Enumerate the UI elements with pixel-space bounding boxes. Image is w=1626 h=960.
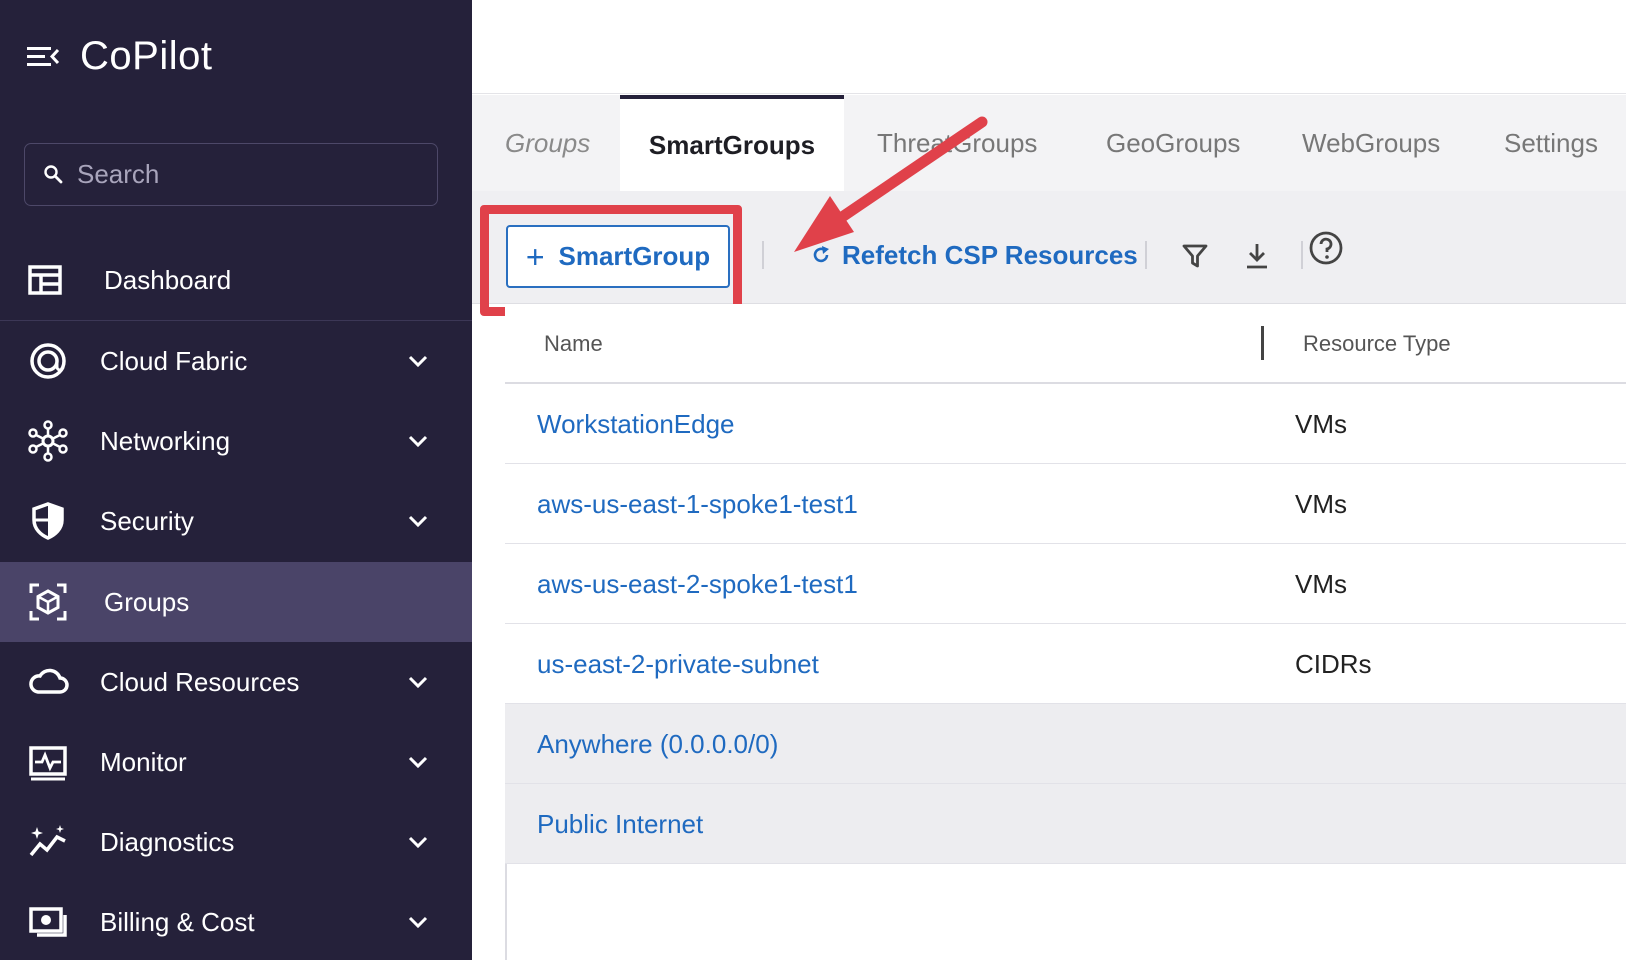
sidebar-item-label: Monitor <box>100 746 187 777</box>
groups-icon <box>29 583 67 621</box>
sidebar-item-diagnostics[interactable]: Diagnostics <box>0 802 472 882</box>
table-header: Name Resource Type <box>505 304 1626 384</box>
chevron-down-icon[interactable] <box>404 507 432 535</box>
sidebar: CoPilot Dashboard Cloud Fabric <box>0 0 472 960</box>
shield-icon <box>32 502 64 540</box>
billing-icon <box>29 907 67 937</box>
monitor-icon <box>29 746 67 781</box>
smartgroups-table: Name Resource Type WorkstationEdge VMs a… <box>505 304 1626 864</box>
row-name-link[interactable]: Public Internet <box>537 784 703 864</box>
main-content: Groups SmartGroups ThreatGroups GeoGroup… <box>472 0 1626 960</box>
top-bar <box>472 0 1626 94</box>
plus-icon: + <box>525 238 545 275</box>
diagnostics-icon <box>29 825 66 857</box>
table-row[interactable]: WorkstationEdge VMs <box>505 384 1626 464</box>
chevron-down-icon[interactable] <box>404 748 432 776</box>
column-header-resource-type[interactable]: Resource Type <box>1303 304 1451 384</box>
sidebar-item-monitor[interactable]: Monitor <box>0 722 472 802</box>
add-smartgroup-label: SmartGroup <box>558 241 711 271</box>
row-name-link[interactable]: WorkstationEdge <box>537 384 735 464</box>
search-input[interactable] <box>77 159 417 190</box>
tab-groups[interactable]: Groups <box>505 95 590 191</box>
sidebar-item-label: Cloud Fabric <box>100 345 248 376</box>
sidebar-item-networking[interactable]: Networking <box>0 401 472 481</box>
row-name-link[interactable]: Anywhere (0.0.0.0/0) <box>537 704 778 784</box>
sidebar-header: CoPilot <box>26 28 212 84</box>
networking-icon <box>28 420 68 462</box>
cloud-icon <box>29 668 69 694</box>
toolbar-divider <box>1301 241 1303 269</box>
tab-geogroups[interactable]: GeoGroups <box>1106 95 1240 191</box>
help-icon[interactable] <box>1308 230 1344 266</box>
table-row[interactable]: Public Internet <box>505 784 1626 864</box>
download-icon[interactable] <box>1242 241 1272 271</box>
toolbar: + SmartGroup Refetch CSP Resources <box>472 191 1626 316</box>
tab-webgroups[interactable]: WebGroups <box>1302 95 1440 191</box>
filter-icon[interactable] <box>1180 241 1210 271</box>
dashboard-icon <box>28 265 62 295</box>
row-name-link[interactable]: aws-us-east-1-spoke1-test1 <box>537 464 858 544</box>
chevron-down-icon[interactable] <box>404 668 432 696</box>
sidebar-item-billing-cost[interactable]: Billing & Cost <box>0 882 472 960</box>
row-resource-type: VMs <box>1295 488 1347 519</box>
sidebar-item-security[interactable]: Security <box>0 481 472 561</box>
row-name-link[interactable]: aws-us-east-2-spoke1-test1 <box>537 544 858 624</box>
sidebar-item-label: Security <box>100 505 194 536</box>
sidebar-item-label: Groups <box>104 586 190 617</box>
add-smartgroup-button[interactable]: + SmartGroup <box>506 225 730 288</box>
cloud-fabric-icon <box>30 343 66 379</box>
sidebar-item-label: Diagnostics <box>100 826 235 857</box>
row-resource-type: VMs <box>1295 568 1347 599</box>
chevron-down-icon[interactable] <box>404 347 432 375</box>
sidebar-item-label: Cloud Resources <box>100 666 300 697</box>
sidebar-item-dashboard[interactable]: Dashboard <box>0 240 472 320</box>
tab-threatgroups[interactable]: ThreatGroups <box>877 95 1037 191</box>
tab-smartgroups[interactable]: SmartGroups <box>620 95 844 191</box>
sidebar-item-label: Billing & Cost <box>100 906 255 937</box>
refetch-csp-resources-button[interactable]: Refetch CSP Resources <box>810 235 1138 275</box>
sidebar-item-label: Dashboard <box>104 264 232 295</box>
refetch-label: Refetch CSP Resources <box>842 239 1138 270</box>
toolbar-divider <box>762 241 764 269</box>
chevron-down-icon[interactable] <box>404 828 432 856</box>
row-resource-type: VMs <box>1295 408 1347 439</box>
row-name-link[interactable]: us-east-2-private-subnet <box>537 624 819 704</box>
search-icon <box>44 164 63 183</box>
sidebar-item-label: Networking <box>100 425 231 456</box>
table-row[interactable]: Anywhere (0.0.0.0/0) <box>505 704 1626 784</box>
menu-collapse-icon[interactable] <box>26 41 60 71</box>
table-row[interactable]: aws-us-east-1-spoke1-test1 VMs <box>505 464 1626 544</box>
toolbar-divider <box>1145 241 1147 269</box>
tab-settings[interactable]: Settings <box>1504 95 1598 191</box>
tab-bar: Groups SmartGroups ThreatGroups GeoGroup… <box>472 95 1626 191</box>
refresh-icon <box>813 246 829 263</box>
table-row[interactable]: aws-us-east-2-spoke1-test1 VMs <box>505 544 1626 624</box>
chevron-down-icon[interactable] <box>404 427 432 455</box>
search-box[interactable] <box>24 143 438 206</box>
sidebar-item-cloud-fabric[interactable]: Cloud Fabric <box>0 321 472 401</box>
sidebar-item-groups[interactable]: Groups <box>0 562 472 642</box>
table-row[interactable]: us-east-2-private-subnet CIDRs <box>505 624 1626 704</box>
column-resize-handle[interactable] <box>1261 326 1264 360</box>
chevron-down-icon[interactable] <box>404 908 432 936</box>
sidebar-item-cloud-resources[interactable]: Cloud Resources <box>0 642 472 722</box>
column-header-name[interactable]: Name <box>544 304 603 384</box>
row-resource-type: CIDRs <box>1295 648 1372 679</box>
app-title: CoPilot <box>80 33 213 78</box>
